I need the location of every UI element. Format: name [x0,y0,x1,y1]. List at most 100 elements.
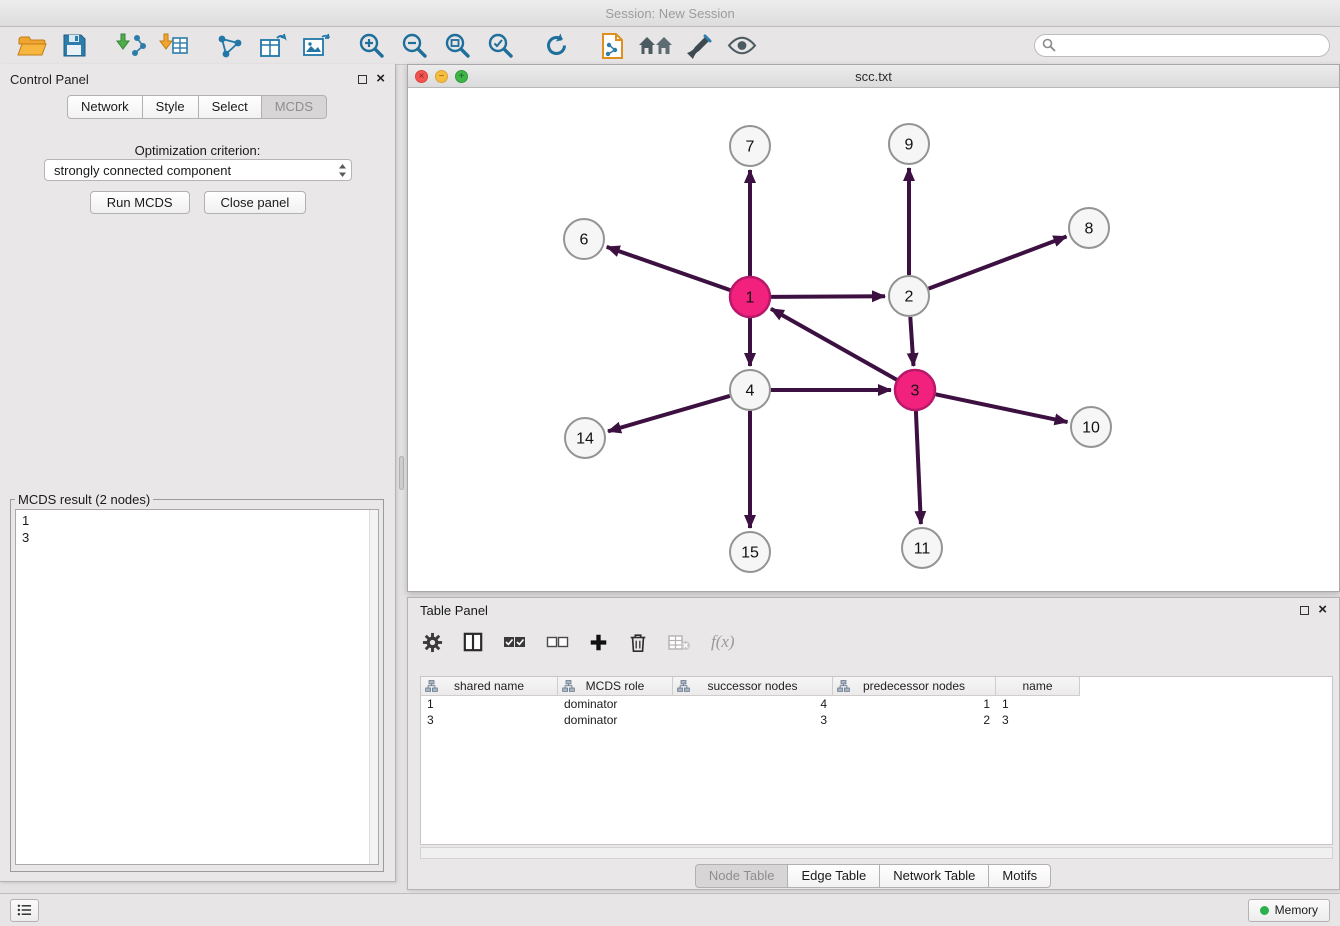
graph-edge-3-10[interactable] [936,394,1068,422]
mcds-result-list[interactable]: 1 3 [15,509,379,865]
table-panel-float-button[interactable] [1300,603,1309,618]
control-panel-float-button[interactable] [358,72,367,87]
graph-node-11[interactable]: 11 [902,528,942,568]
graph-node-2[interactable]: 2 [889,276,929,316]
function-builder-button[interactable]: f(x) [711,632,735,652]
tab-node-table[interactable]: Node Table [695,864,789,888]
show-graphics-button[interactable] [720,29,763,62]
graph-node-14[interactable]: 14 [565,418,605,458]
import-network-button[interactable] [109,29,152,62]
graph-node-label: 3 [911,383,920,400]
cell-shared-name[interactable]: 3 [421,713,558,727]
fx-icon: f(x) [711,632,735,652]
graph-node-1[interactable]: 1 [730,277,770,317]
graph-node-15[interactable]: 15 [730,532,770,572]
show-columns-button[interactable] [463,632,483,652]
network-window-titlebar[interactable]: × − + scc.txt [408,65,1339,88]
tab-motifs[interactable]: Motifs [988,864,1051,888]
table-horizontal-scrollbar[interactable] [420,847,1333,859]
run-mcds-button[interactable]: Run MCDS [90,191,190,214]
cell-predecessor-nodes[interactable]: 2 [833,713,996,727]
vertical-splitter[interactable] [397,64,407,882]
cell-successor-nodes[interactable]: 4 [673,697,833,711]
apply-style-button[interactable] [677,29,720,62]
titlebar[interactable]: Session: New Session [0,0,1340,27]
graph-node-3[interactable]: 3 [895,370,935,410]
cell-mcds-role[interactable]: dominator [558,713,673,727]
column-header-successor-nodes[interactable]: successor nodes [673,677,833,696]
table-row[interactable]: 3 dominator 3 2 3 [421,712,1332,728]
add-column-button[interactable] [589,633,608,652]
graph-edge-3-1[interactable] [771,309,897,380]
hierarchy-icon [677,680,690,692]
zoom-in-icon [358,32,385,59]
table-row[interactable]: 1 dominator 4 1 1 [421,696,1332,712]
tab-mcds[interactable]: MCDS [261,95,327,119]
cell-shared-name[interactable]: 1 [421,697,558,711]
network-file-button[interactable] [591,29,634,62]
mcds-result-item[interactable]: 1 [22,512,378,529]
graph-edge-1-6[interactable] [607,247,731,290]
cell-successor-nodes[interactable]: 3 [673,713,833,727]
network-close-button[interactable]: × [415,70,428,83]
table-settings-button[interactable] [422,632,443,653]
table-panel-close-button[interactable]: × [1318,605,1327,615]
close-panel-button[interactable]: Close panel [204,191,307,214]
search-input[interactable] [1034,34,1330,57]
column-label: MCDS role [586,679,645,693]
optimization-criterion-select[interactable]: strongly connected component [44,159,352,181]
tab-edge-table[interactable]: Edge Table [787,864,880,888]
result-list-scrollbar[interactable] [369,510,378,864]
graph-node-6[interactable]: 6 [564,219,604,259]
graph-edge-2-8[interactable] [929,237,1067,289]
tab-select[interactable]: Select [198,95,262,119]
export-network-button[interactable] [208,29,251,62]
cell-name[interactable]: 3 [996,713,1080,727]
network-canvas[interactable]: 7 9 6 8 1 2 4 3 10 14 15 11 [408,88,1339,591]
zoom-fit-button[interactable] [436,29,479,62]
column-header-name[interactable]: name [996,677,1080,696]
control-panel-close-button[interactable]: × [376,74,385,84]
delete-table-button[interactable] [668,634,691,651]
float-icon [1300,606,1309,615]
zoom-selected-button[interactable] [479,29,522,62]
graph-node-10[interactable]: 10 [1071,407,1111,447]
graph-edge-4-14[interactable] [608,396,730,431]
zoom-in-button[interactable] [350,29,393,62]
export-table-button[interactable] [251,29,294,62]
network-minimize-button[interactable]: − [435,70,448,83]
graph-node-9[interactable]: 9 [889,124,929,164]
memory-button[interactable]: Memory [1248,899,1330,922]
column-header-shared-name[interactable]: shared name [421,677,558,696]
splitter-handle[interactable] [399,456,404,490]
tab-style[interactable]: Style [142,95,199,119]
network-zoom-button[interactable]: + [455,70,468,83]
graph-node-4[interactable]: 4 [730,370,770,410]
main-toolbar [0,27,1340,65]
import-table-button[interactable] [152,29,195,62]
graph-node-7[interactable]: 7 [730,126,770,166]
graph-edge-3-11[interactable] [916,411,921,524]
select-all-button[interactable] [503,635,526,650]
deselect-all-button[interactable] [546,635,569,650]
graph-edge-2-3[interactable] [910,317,913,366]
cell-predecessor-nodes[interactable]: 1 [833,697,996,711]
export-image-button[interactable] [294,29,337,62]
column-header-mcds-role[interactable]: MCDS role [558,677,673,696]
refresh-button[interactable] [535,29,578,62]
task-history-button[interactable] [10,899,39,922]
zoom-out-button[interactable] [393,29,436,62]
open-session-button[interactable] [10,29,53,62]
column-header-predecessor-nodes[interactable]: predecessor nodes [833,677,996,696]
graph-edge-1-2[interactable] [771,296,885,297]
delete-column-button[interactable] [628,632,648,653]
cell-name[interactable]: 1 [996,697,1080,711]
save-session-button[interactable] [53,29,96,62]
home-view-button[interactable] [634,29,677,62]
list-icon [17,903,32,917]
mcds-result-item[interactable]: 3 [22,529,378,546]
tab-network-table[interactable]: Network Table [879,864,989,888]
graph-node-8[interactable]: 8 [1069,208,1109,248]
tab-network[interactable]: Network [67,95,143,119]
cell-mcds-role[interactable]: dominator [558,697,673,711]
